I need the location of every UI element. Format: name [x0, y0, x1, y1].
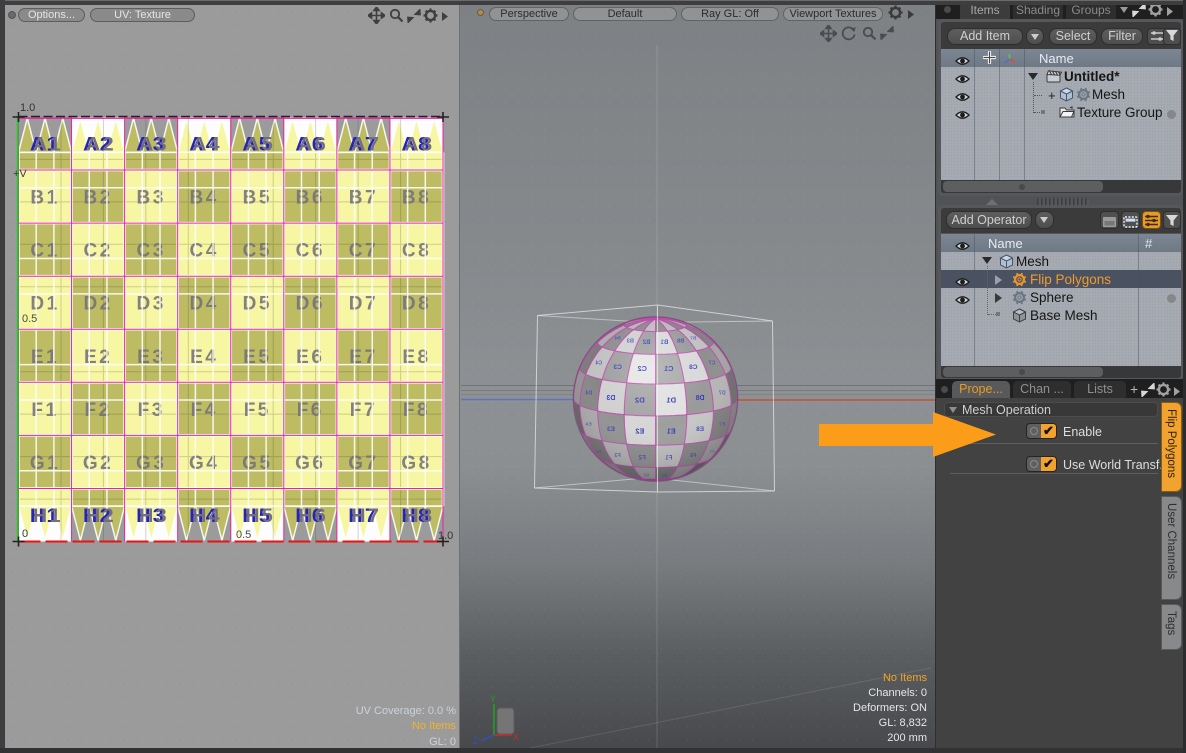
svg-text:H1: H1: [33, 505, 63, 527]
svg-text:B3: B3: [137, 188, 166, 209]
svg-text:1.0: 1.0: [438, 530, 453, 542]
svg-text:+V: +V: [13, 168, 27, 180]
svg-text:Z: Z: [473, 736, 479, 746]
svg-text:H4: H4: [192, 505, 222, 527]
svg-text:D3: D3: [137, 294, 166, 315]
svg-text:B4: B4: [190, 188, 219, 209]
svg-text:H6: H6: [298, 505, 328, 527]
svg-text:X: X: [513, 732, 519, 742]
svg-text:B6: B6: [296, 188, 325, 209]
svg-text:0: 0: [22, 528, 28, 540]
svg-text:H2: H2: [86, 505, 116, 527]
svg-text:D8: D8: [402, 294, 431, 315]
svg-text:H5: H5: [245, 505, 275, 527]
svg-text:D7: D7: [349, 294, 378, 315]
svg-text:D1: D1: [30, 294, 59, 315]
svg-text:H3: H3: [139, 505, 169, 527]
svg-text:B1: B1: [30, 188, 59, 209]
svg-text:B2: B2: [83, 188, 112, 209]
svg-text:B5: B5: [243, 188, 272, 209]
svg-text:0.5: 0.5: [236, 529, 251, 541]
svg-text:1.0: 1.0: [20, 102, 35, 114]
svg-text:D6: D6: [296, 294, 325, 315]
svg-text:B8: B8: [402, 188, 431, 209]
svg-text:D5: D5: [243, 294, 272, 315]
svg-text:H7: H7: [351, 505, 381, 527]
svg-text:D2: D2: [83, 294, 112, 315]
svg-text:Y: Y: [490, 694, 496, 704]
svg-text:D4: D4: [190, 294, 219, 315]
svg-text:H8: H8: [405, 505, 435, 527]
svg-text:0.5: 0.5: [22, 313, 37, 325]
svg-text:B7: B7: [349, 188, 378, 209]
